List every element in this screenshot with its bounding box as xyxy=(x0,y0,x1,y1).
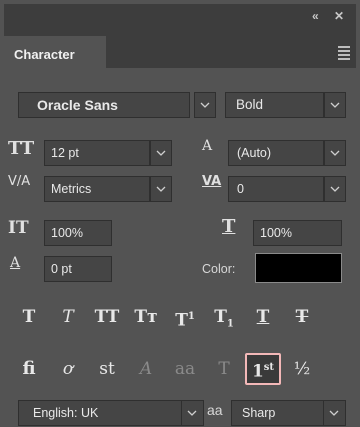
panel-title-bar: « ✕ xyxy=(4,4,356,32)
text-color-swatch[interactable] xyxy=(255,253,342,283)
fractions-button[interactable]: ½ xyxy=(287,354,317,384)
vertical-scale-input[interactable]: 100% xyxy=(44,220,112,246)
font-family-dropdown[interactable] xyxy=(194,92,216,118)
chevron-down-icon xyxy=(187,410,197,416)
subscript-button[interactable]: T1 xyxy=(209,302,239,332)
horizontal-scale-icon: T xyxy=(222,216,236,237)
chevron-down-icon xyxy=(330,186,340,192)
font-size-icon: TT xyxy=(8,138,35,159)
tab-row: Character xyxy=(4,32,356,72)
baseline-shift-input[interactable]: 0 pt xyxy=(44,256,112,282)
tracking-dropdown[interactable] xyxy=(324,176,346,202)
kerning-icon: V/A xyxy=(8,174,31,189)
faux-italic-button[interactable]: T xyxy=(53,302,83,332)
subscript-label: T xyxy=(214,307,227,327)
tracking-input[interactable]: 0 xyxy=(228,176,324,202)
language-select[interactable]: English: UK xyxy=(18,400,182,426)
opentype-buttons: fi ơ st A aa T 1st ½ xyxy=(4,353,356,386)
font-family-select[interactable]: Oracle Sans xyxy=(18,92,190,118)
superscript-button[interactable]: T1 xyxy=(170,302,200,332)
discretionary-ligatures-button[interactable]: st xyxy=(92,354,122,384)
close-icon[interactable]: ✕ xyxy=(334,9,344,23)
ligatures-button[interactable]: fi xyxy=(14,354,44,384)
swash-button[interactable]: A xyxy=(131,354,161,384)
chevron-down-icon xyxy=(330,102,340,108)
leading-icon: A xyxy=(202,138,213,154)
language-dropdown[interactable] xyxy=(182,400,204,426)
chevron-down-icon xyxy=(200,102,210,108)
vertical-scale-icon: IT xyxy=(8,218,29,238)
type-style-buttons: T T TT Tт T1 T1 T T xyxy=(4,302,356,332)
chevron-down-icon xyxy=(329,410,339,416)
chevron-down-icon xyxy=(156,150,166,156)
small-caps-button[interactable]: Tт xyxy=(131,302,161,332)
all-caps-button[interactable]: TT xyxy=(92,302,122,332)
chevron-down-icon xyxy=(156,186,166,192)
superscript-label: T xyxy=(175,310,188,331)
font-size-input[interactable]: 12 pt xyxy=(44,140,150,166)
baseline-shift-icon: A xyxy=(10,255,21,271)
double-chevron-left-icon[interactable]: « xyxy=(312,9,319,23)
ordinals-superscript: st xyxy=(263,362,275,373)
stylistic-alternates-button[interactable]: aa xyxy=(170,354,200,384)
kerning-dropdown[interactable] xyxy=(150,176,172,202)
ordinals-label: 1 xyxy=(251,361,264,382)
anti-aliasing-dropdown[interactable] xyxy=(324,400,346,426)
tracking-icon: VA xyxy=(202,174,222,189)
leading-input[interactable]: (Auto) xyxy=(228,140,324,166)
strikethrough-button[interactable]: T xyxy=(287,302,317,332)
anti-aliasing-icon: aa xyxy=(207,402,223,418)
tab-character[interactable]: Character xyxy=(4,36,106,72)
character-panel: « ✕ Character Oracle Sans Bold TT 12 pt … xyxy=(4,4,356,426)
font-style-select[interactable]: Bold xyxy=(225,92,324,118)
titling-alternates-button[interactable]: T xyxy=(209,354,239,384)
leading-dropdown[interactable] xyxy=(324,140,346,166)
kerning-select[interactable]: Metrics xyxy=(44,176,150,202)
font-style-dropdown[interactable] xyxy=(324,92,346,118)
font-size-dropdown[interactable] xyxy=(150,140,172,166)
contextual-alternates-button[interactable]: ơ xyxy=(53,354,83,384)
horizontal-scale-input[interactable]: 100% xyxy=(253,220,342,246)
color-label: Color: xyxy=(202,262,236,276)
faux-bold-button[interactable]: T xyxy=(14,302,44,332)
ordinals-button[interactable]: 1st xyxy=(245,353,281,385)
anti-aliasing-select[interactable]: Sharp xyxy=(231,400,324,426)
hamburger-menu-icon[interactable] xyxy=(338,46,350,62)
underline-button[interactable]: T xyxy=(248,302,278,332)
chevron-down-icon xyxy=(330,150,340,156)
